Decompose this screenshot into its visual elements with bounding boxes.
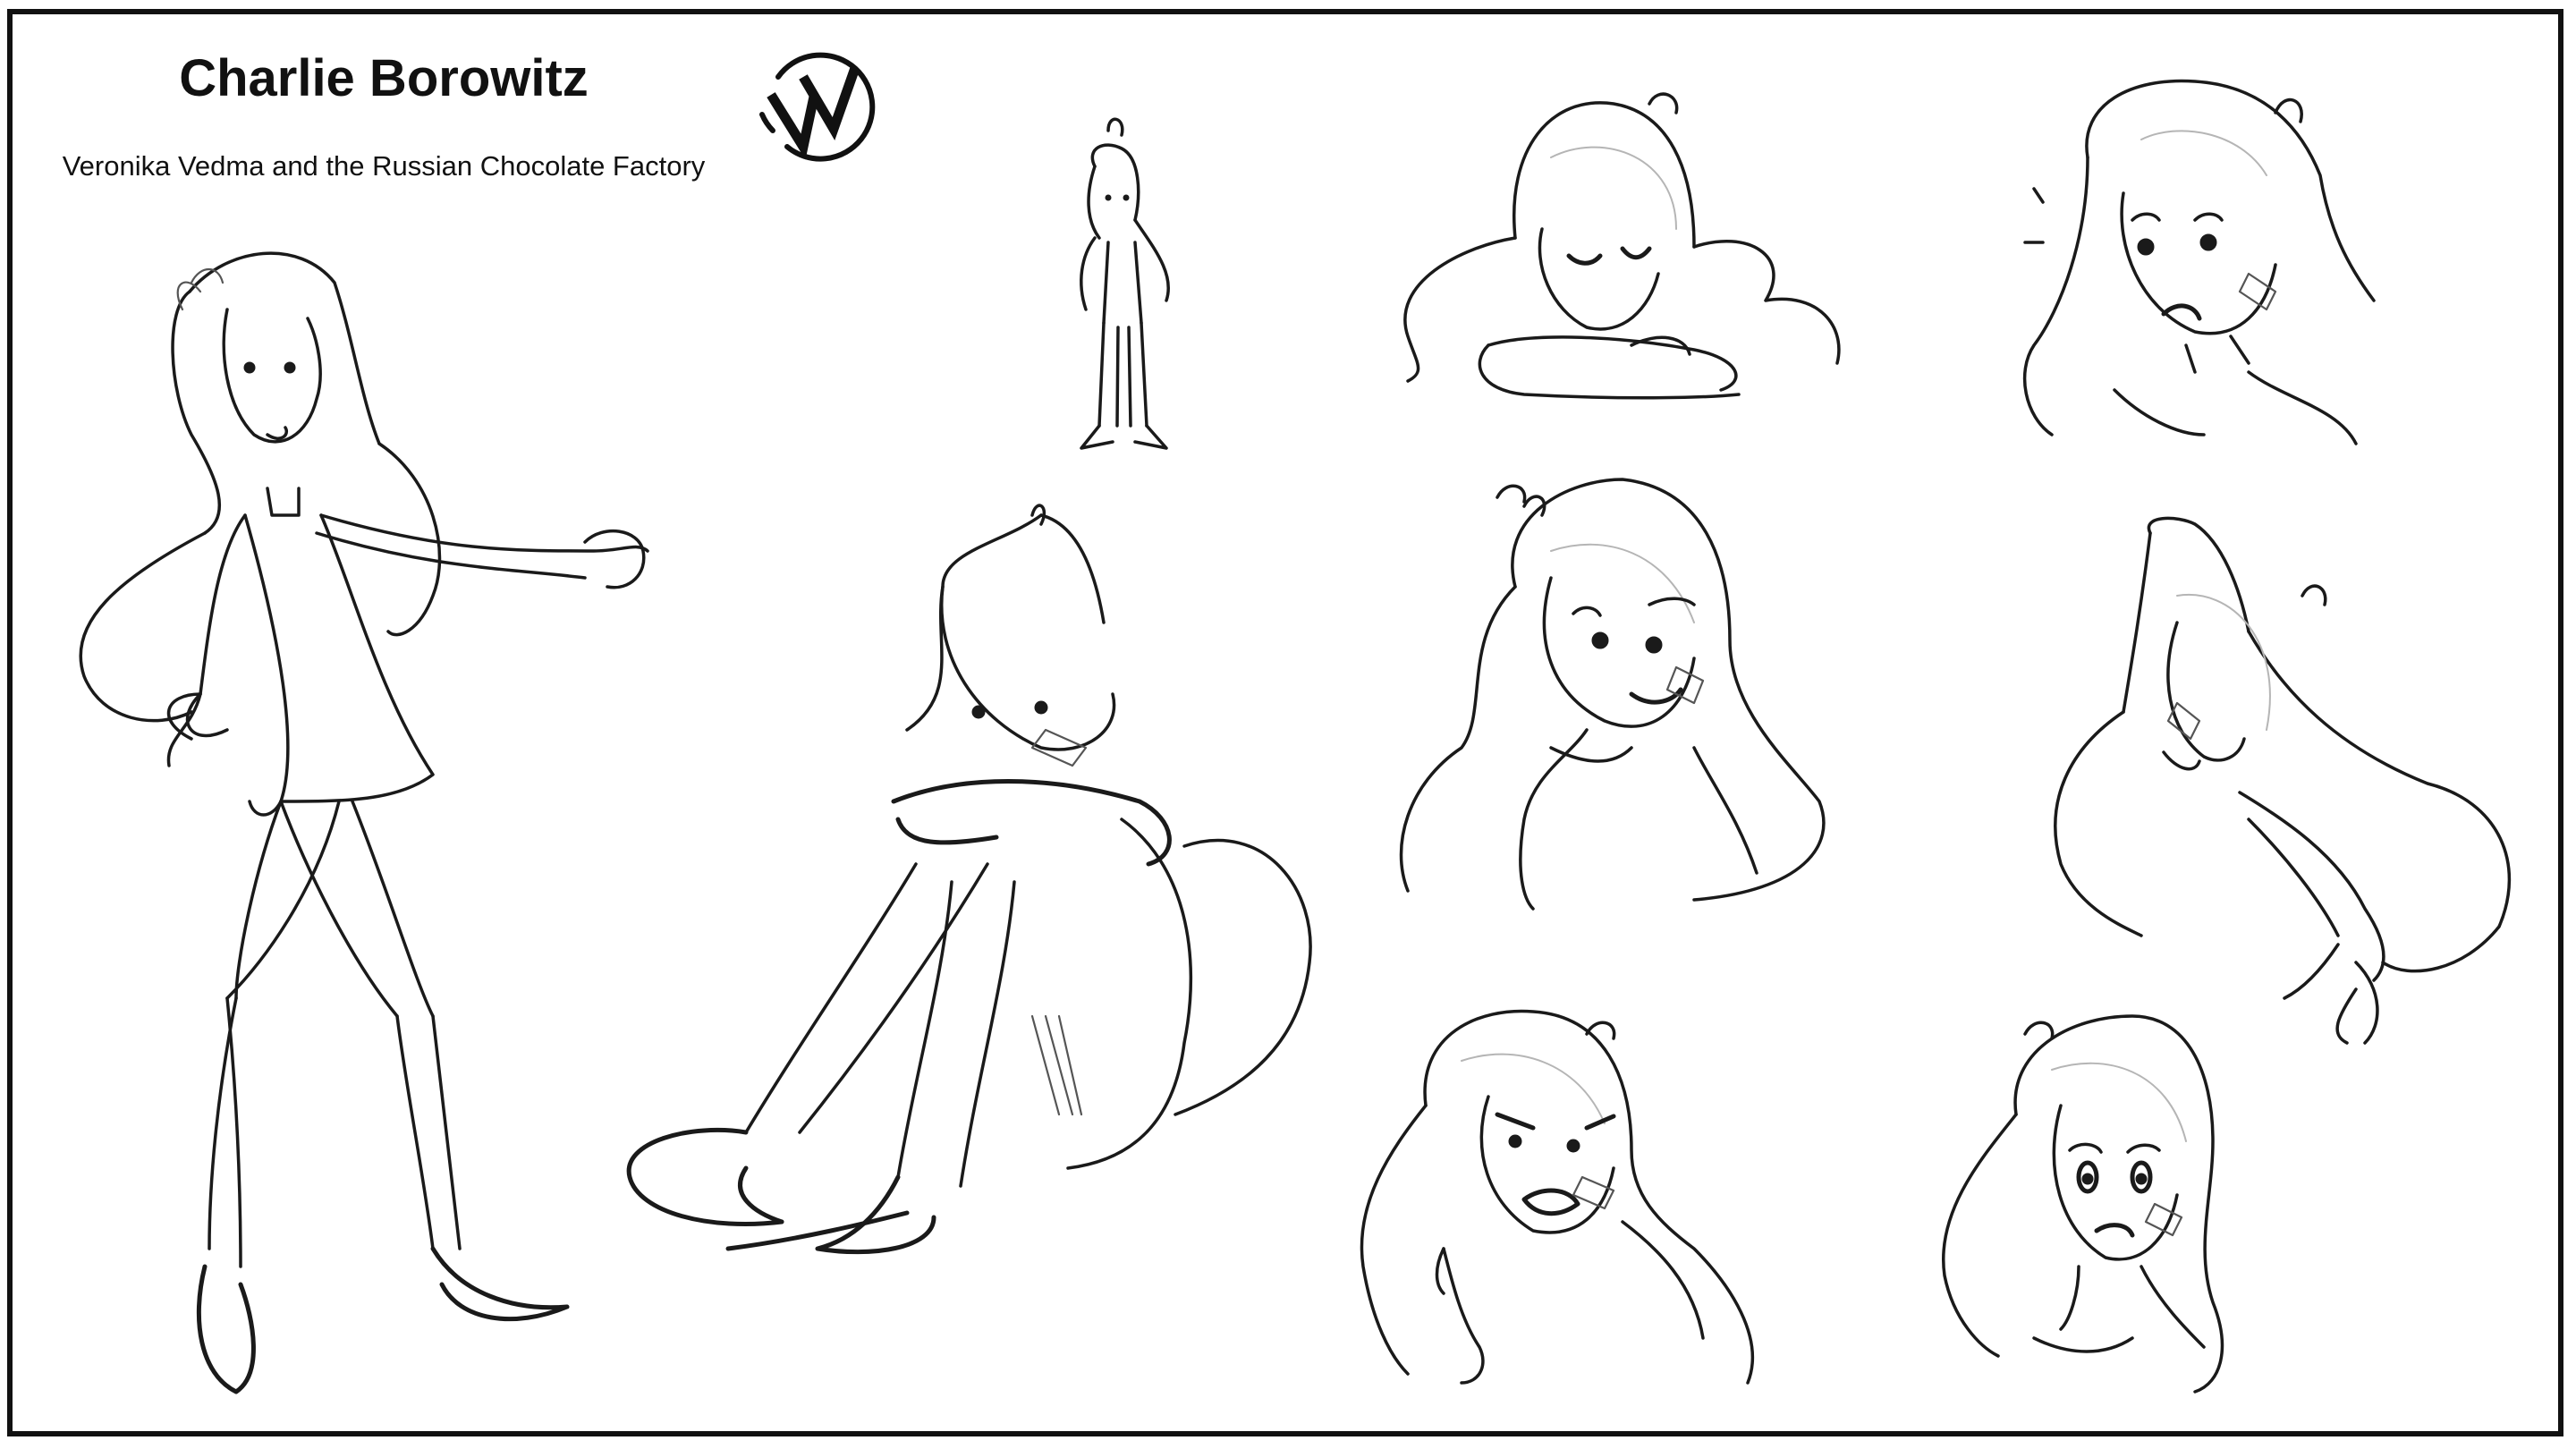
- turning-away-reaching-pose: [2054, 516, 2512, 1045]
- character-sheet: Charlie Borowitz Veronika Vedma and the …: [7, 9, 2563, 1436]
- shy-smile-expression: [1399, 478, 1826, 911]
- sketch-canvas: [79, 79, 2512, 1394]
- sitting-hugging-knees-pose: [626, 504, 1312, 1255]
- full-body-pointing-pose: [79, 251, 649, 1394]
- small-turnaround-pose: [1080, 117, 1170, 450]
- sleeping-on-arms-expression: [1403, 92, 1841, 400]
- angry-pointing-expression: [1360, 1009, 1754, 1385]
- worried-expression: [1942, 1014, 2224, 1394]
- startled-expression: [2022, 79, 2376, 445]
